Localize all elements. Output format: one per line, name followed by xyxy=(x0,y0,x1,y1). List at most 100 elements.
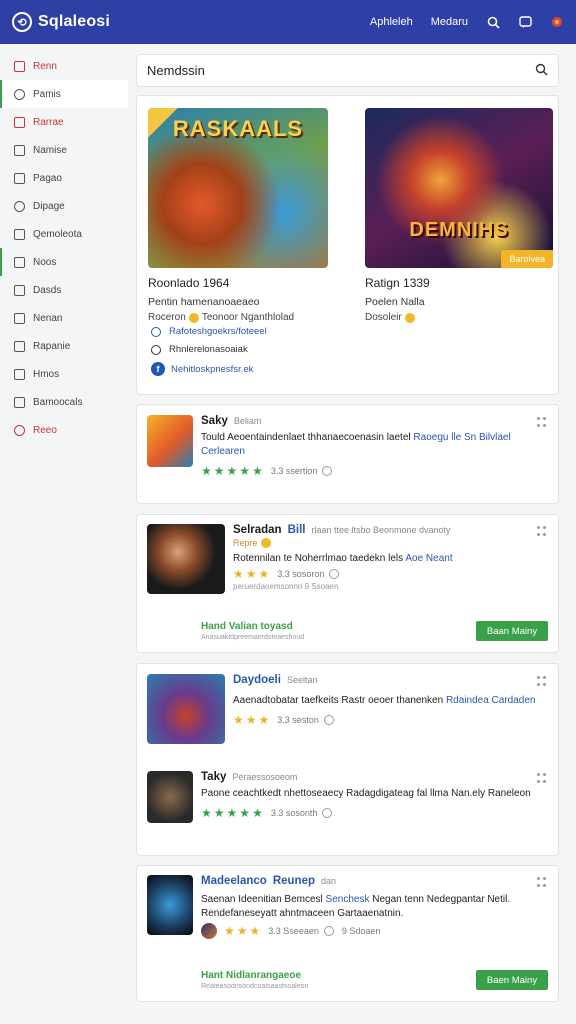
sidebar-item-13[interactable]: Bamoocals xyxy=(0,388,128,416)
sidebar-item-6[interactable]: Dipage xyxy=(0,192,128,220)
sidebar-item-label: Pagao xyxy=(33,172,62,184)
app-name: Madeelanco xyxy=(201,875,267,887)
app-body: Madeelanco Reunep dan Saenan Ideenitian Be… xyxy=(201,875,531,939)
featured-developer: Dosoleir xyxy=(365,312,553,323)
app-tag: rlaan ttee ltsbo Beonmone dvanoty xyxy=(311,525,451,535)
promo-sub: Anasuaktdpreemaerdsteaeshoud xyxy=(201,634,305,641)
sidebar-item-label: Nenan xyxy=(33,312,63,324)
promo-text: Hand Valian toyasd xyxy=(201,621,293,632)
rating: ★ ★ ★ ★ ★ 3.3 ssertion xyxy=(201,465,531,477)
list-item[interactable]: Daydoeli Seeltan Aaenadtobatar taefkeits … xyxy=(147,674,547,754)
featured-title[interactable]: Ratign 1339 xyxy=(365,276,553,290)
help-icon xyxy=(14,424,25,436)
search-input[interactable] xyxy=(147,63,535,78)
sidebar-item-7[interactable]: Qemoleota xyxy=(0,220,128,248)
app-name-highlight: Reunep xyxy=(272,875,315,887)
sidebar-item-3[interactable]: Rarrae xyxy=(0,108,128,136)
app-card-4: Madeelanco Reunep dan Saenan Ideenitian Be… xyxy=(136,865,559,1002)
sidebar-item-5[interactable]: Pagao xyxy=(0,164,128,192)
sidebar-item-11[interactable]: Rapanie xyxy=(0,332,128,360)
sidebar-item-9[interactable]: Dasds xyxy=(0,276,128,304)
sidebar-item-12[interactable]: Hmos xyxy=(0,360,128,388)
star-icon: ★ xyxy=(226,806,238,820)
meta-text: Rhnlerelonasoaiak xyxy=(169,344,248,355)
desc-highlight[interactable]: Rdaindea Cardaden xyxy=(446,695,536,706)
more-options-icon[interactable] xyxy=(537,877,547,887)
coin-icon xyxy=(188,312,199,323)
app-thumbnail[interactable] xyxy=(147,415,193,467)
info-icon xyxy=(329,569,340,579)
sidebar-item-label: Namise xyxy=(33,144,67,156)
info-icon xyxy=(323,926,334,936)
featured-banner-1[interactable]: RASKAALS xyxy=(148,108,328,268)
search-icon[interactable] xyxy=(486,15,500,29)
feature-meta-list: Rafoteshgoekrs/foteeel Rhnlerelonasoaiak… xyxy=(151,326,267,383)
shield-icon xyxy=(14,116,25,128)
more-options-icon[interactable] xyxy=(537,417,547,427)
app-thumbnail[interactable] xyxy=(147,674,225,744)
logo-icon[interactable]: ⟲ xyxy=(12,12,32,32)
nav-link-2[interactable]: Medaru xyxy=(431,16,468,28)
rating-extra: 9 Ssoaen xyxy=(304,582,339,591)
rating: ★ ★ ★ ★ ★ 3.3 sosonth xyxy=(201,807,531,819)
globe-icon xyxy=(151,326,161,337)
sidebar-item-4[interactable]: Namise xyxy=(0,136,128,164)
more-options-icon[interactable] xyxy=(537,676,547,686)
sidebar-item-14[interactable]: Reeo xyxy=(0,416,128,444)
list-item[interactable]: Taky Peraessosoeom Paone ceachtkedt nhett… xyxy=(147,771,547,851)
search-icon[interactable] xyxy=(535,63,548,79)
sidebar-item-label: Rapanie xyxy=(33,340,71,352)
notification-icon[interactable] xyxy=(550,15,564,29)
rating-sub-text: peruerdaoemsonnn xyxy=(233,582,303,591)
brand-title[interactable]: Sqlaleosi xyxy=(38,13,110,31)
meta-row-3[interactable]: f Nehitloskpnesfsr.ek xyxy=(151,362,267,376)
folder-icon xyxy=(14,228,25,240)
info-icon xyxy=(322,808,333,818)
get-app-button[interactable]: Baen Mainy xyxy=(476,970,548,990)
sidebar-item-10[interactable]: Nenan xyxy=(0,304,128,332)
meta-row-2[interactable]: Rhnlerelonasoaiak xyxy=(151,344,267,355)
bookmark-icon xyxy=(14,368,25,380)
list-item[interactable]: Madeelanco Reunep dan Saenan Ideenitian Be… xyxy=(147,875,547,955)
sidebar-item-label: Rarrae xyxy=(33,116,64,128)
star-icon: ★ xyxy=(201,464,212,478)
desc-highlight[interactable]: Senchesk xyxy=(326,894,370,905)
sidebar-item-2[interactable]: Pamis xyxy=(0,80,128,108)
sidebar-item-8[interactable]: Noos xyxy=(0,248,128,276)
star-icon: ★ xyxy=(224,924,235,938)
sidebar-item-label: Bamoocals xyxy=(33,396,83,408)
nav-link-1[interactable]: Aphleleh xyxy=(370,16,413,28)
sidebar-item-home[interactable]: Renn xyxy=(0,52,128,80)
star-icon: ★ xyxy=(213,806,225,820)
app-description: Rotennilan te Noherrlmao taedekn lels Ao… xyxy=(233,552,543,566)
more-options-icon[interactable] xyxy=(537,526,547,536)
star-icon: ★ xyxy=(233,713,244,727)
sidebar-item-label: Dasds xyxy=(33,284,62,296)
app-name: Taky xyxy=(201,771,227,783)
list-item[interactable]: Saky Beliam Tould Aeoentaindenlaet thhana… xyxy=(147,415,547,495)
star-icon: ★ xyxy=(236,924,248,938)
app-thumbnail[interactable] xyxy=(147,524,225,594)
desc-highlight[interactable]: Aoe Neant xyxy=(405,553,452,564)
star-icon: ★ xyxy=(233,567,244,581)
app-thumbnail[interactable] xyxy=(147,875,193,935)
featured-item-1[interactable]: RASKAALS Roonlado 1964 Pentin hamenanoae… xyxy=(148,108,328,323)
meta-row-1[interactable]: Rafoteshgoekrs/foteeel xyxy=(151,326,267,337)
featured-banner-2[interactable]: DEMNIHS Barolvea xyxy=(365,108,553,268)
featured-item-2[interactable]: DEMNIHS Barolvea Ratign 1339 Poelen Nall… xyxy=(365,108,553,323)
star-icon: ★ xyxy=(201,806,212,820)
app-tag: Beliam xyxy=(233,416,262,426)
star-icon: ★ xyxy=(226,464,238,478)
more-options-icon[interactable] xyxy=(537,773,547,783)
desc-text: Aaenadtobatar taefkeits Rastr oeoer than… xyxy=(233,695,444,706)
chat-icon[interactable] xyxy=(518,15,532,29)
app-thumbnail[interactable] xyxy=(147,771,193,823)
featured-title[interactable]: Roonlado 1964 xyxy=(148,276,328,290)
promo-text: Hant Nidlanrangaeoe xyxy=(201,970,302,981)
meta-text: Rafoteshgoekrs/foteeel xyxy=(169,326,267,337)
app-promo-link[interactable]: Hant Nidlanrangaeoe Reateasoonsondcoatsaa… xyxy=(201,970,308,990)
app-title: Daydoeli Seeltan xyxy=(233,674,543,686)
coin-icon xyxy=(260,538,271,548)
app-promo-link[interactable]: Hand Valian toyasd Anasuaktdpreemaerdstea… xyxy=(201,621,304,641)
get-app-button[interactable]: Baan Mainy xyxy=(476,621,548,641)
